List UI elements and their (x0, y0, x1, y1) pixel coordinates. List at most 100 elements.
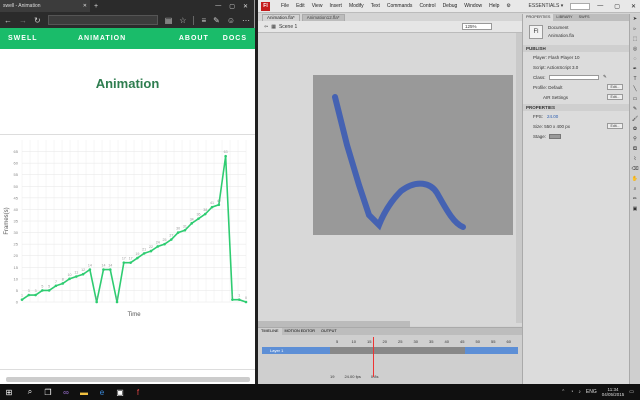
more-icon[interactable]: ⋯ (242, 16, 250, 25)
document-info: Fl Document Animation.fla (523, 21, 629, 43)
windows-start-icon[interactable]: ⊞ (0, 384, 18, 400)
maximize-icon[interactable]: ▢ (614, 3, 620, 10)
doc-tab-animation12[interactable]: Animation12.fla* (301, 14, 345, 21)
data-label: 19 (135, 252, 139, 256)
flash-app-icon[interactable]: f (132, 386, 144, 398)
menu-modify[interactable]: Modify (349, 3, 364, 9)
size-edit-button[interactable]: Edit... (607, 123, 623, 129)
reading-view-icon[interactable]: ▤ (165, 16, 173, 25)
web-note-icon[interactable]: ✎ (213, 16, 220, 25)
gear-icon[interactable]: ⚙ (506, 3, 510, 9)
store-icon[interactable]: ▣ (114, 386, 126, 398)
line-tool-icon[interactable]: ╲ (632, 86, 639, 93)
doc-tab-animation[interactable]: Animation.fla* (262, 14, 300, 21)
free-transform-icon[interactable]: ⬚ (632, 36, 639, 43)
browser-tab[interactable]: swell - Animation ✕ (0, 0, 90, 12)
minimize-icon[interactable]: — (215, 3, 221, 10)
pencil-tool-icon[interactable]: ✎ (632, 106, 639, 113)
text-tool-icon[interactable]: T (632, 76, 639, 83)
menu-debug[interactable]: Debug (443, 3, 458, 9)
tab-properties[interactable]: PROPERTIES (523, 14, 554, 21)
nav-animation[interactable]: ANIMATION (78, 35, 179, 42)
y-tick-label: 20 (14, 253, 19, 258)
publish-section-header[interactable]: PUBLISH (523, 45, 629, 52)
data-label: 1 (238, 294, 240, 298)
lasso-icon[interactable]: ◌ (632, 56, 639, 63)
tab-swfs[interactable]: SWFS (576, 14, 593, 21)
tab-library[interactable]: LIBRARY (553, 14, 575, 21)
menu-file[interactable]: File (281, 3, 289, 9)
paint-bucket-icon[interactable]: ⛾ (632, 146, 639, 153)
visual-studio-icon[interactable]: ∞ (60, 386, 72, 398)
menu-window[interactable]: Window (464, 3, 482, 9)
rectangle-tool-icon[interactable]: ▭ (632, 96, 639, 103)
help-search-input[interactable] (570, 2, 591, 10)
menu-insert[interactable]: Insert (329, 3, 342, 9)
nav-about[interactable]: ABOUT (179, 35, 209, 42)
nav-docs[interactable]: DOCS (223, 35, 247, 42)
refresh-icon[interactable]: ↻ (34, 16, 41, 25)
frame-ruler[interactable]: 5 10 15 20 25 30 35 40 45 50 55 60 (330, 339, 520, 346)
file-explorer-icon[interactable]: ▬ (78, 386, 90, 398)
tab-motion-editor[interactable]: MOTION EDITOR (282, 328, 319, 335)
address-input[interactable] (47, 15, 158, 25)
back-icon[interactable]: ← (4, 16, 12, 25)
maximize-icon[interactable]: ▢ (229, 3, 235, 10)
bone-tool-icon[interactable]: ⚲ (632, 136, 639, 143)
deco-tool-icon[interactable]: ✿ (632, 126, 639, 133)
eraser-icon[interactable]: ⌫ (632, 166, 639, 173)
pen-tool-icon[interactable]: ✒ (632, 66, 639, 73)
menu-help[interactable]: Help (489, 3, 499, 9)
close-icon[interactable]: ✕ (631, 3, 636, 10)
zoom-select[interactable]: 125% (462, 23, 492, 30)
menu-commands[interactable]: Commands (387, 3, 413, 9)
notifications-icon[interactable]: ▭ (629, 389, 634, 395)
new-tab-button[interactable]: + (94, 3, 98, 10)
hub-icon[interactable]: ≡ (201, 16, 206, 25)
clock[interactable]: 11:34 04/05/2015 (602, 387, 625, 397)
fps-value[interactable]: 24.00 (547, 114, 558, 119)
favorite-star-icon[interactable]: ☆ (179, 16, 186, 25)
stroke-color-icon[interactable]: ✏ (632, 196, 639, 203)
forward-icon[interactable]: → (19, 16, 27, 25)
back-arrow-icon[interactable]: ⇦ (264, 24, 268, 30)
hand-tool-icon[interactable]: ✋ (632, 176, 639, 183)
fill-color-icon[interactable]: ▣ (632, 206, 639, 213)
layer-name[interactable]: Layer 1 (270, 348, 283, 353)
share-icon[interactable]: ☺ (227, 16, 235, 25)
brush-tool-icon[interactable]: 🖌 (632, 116, 639, 123)
close-icon[interactable]: ✕ (243, 3, 248, 10)
volume-icon[interactable]: ♪ (578, 389, 581, 395)
zoom-tool-icon[interactable]: ⌕ (632, 186, 639, 193)
network-icon[interactable]: ◔ (570, 389, 573, 395)
tab-output[interactable]: OUTPUT (318, 328, 340, 335)
menu-edit[interactable]: Edit (296, 3, 305, 9)
tab-timeline[interactable]: TIMELINE (258, 328, 282, 335)
stage-canvas[interactable] (313, 75, 513, 235)
language-indicator[interactable]: ENG (586, 389, 597, 395)
horizontal-scrollbar[interactable] (6, 377, 250, 382)
menu-view[interactable]: View (312, 3, 323, 9)
menu-control[interactable]: Control (419, 3, 435, 9)
3d-rotation-icon[interactable]: ◎ (632, 46, 639, 53)
brand-link[interactable]: SWELL (8, 35, 78, 42)
menu-text[interactable]: Text (371, 3, 380, 9)
eyedropper-icon[interactable]: ⌇ (632, 156, 639, 163)
properties-section-header[interactable]: PROPERTIES (523, 104, 629, 111)
playhead[interactable] (373, 337, 374, 377)
tray-arrow-icon[interactable]: ⌃ (561, 389, 565, 395)
edge-browser-icon[interactable]: e (96, 386, 108, 398)
task-view-icon[interactable]: ❐ (42, 386, 54, 398)
air-edit-button[interactable]: Edit... (607, 94, 623, 100)
stage-color-swatch[interactable] (549, 133, 561, 139)
minimize-icon[interactable]: — (597, 3, 603, 9)
workspace-switcher[interactable]: ESSENTIALS ▾ (529, 3, 564, 9)
selection-tool-icon[interactable]: ➤ (632, 16, 639, 23)
pencil-icon[interactable]: ✎ (603, 74, 607, 80)
layer-frames[interactable] (330, 347, 465, 354)
subselection-tool-icon[interactable]: ▹ (632, 26, 639, 33)
profile-edit-button[interactable]: Edit... (607, 84, 623, 90)
search-icon[interactable]: ⌕ (24, 386, 36, 398)
class-input[interactable] (549, 74, 599, 80)
tab-close-icon[interactable]: ✕ (83, 3, 87, 9)
